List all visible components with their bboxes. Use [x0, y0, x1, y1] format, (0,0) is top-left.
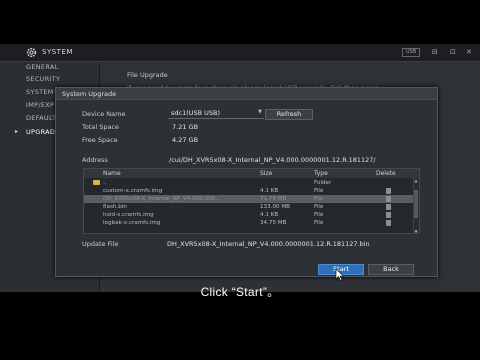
row-name: DH_XVR5x08-X_Internal_NP_V4.000.000...	[103, 196, 221, 202]
scroll-down-icon[interactable]: ▼	[413, 229, 419, 233]
dvr-screen: SYSTEM USB ⊟ ⊡ ✕ GENERAL SECURITY SYSTEM…	[0, 44, 480, 292]
free-space-value: 4.27 GB	[172, 136, 199, 144]
address-value: /cui/DH_XVR5x08-X_Internal_NP_V4.000.000…	[169, 156, 376, 164]
row-name: ..	[103, 180, 107, 186]
column-name: Name	[103, 170, 121, 177]
table-row[interactable]: .. Folder	[84, 179, 415, 187]
close-icon[interactable]: ✕	[466, 48, 472, 56]
sidebar-item-default[interactable]: DEFAULT	[26, 114, 56, 122]
table-scrollbar[interactable]: ▲ ▼	[413, 178, 419, 233]
row-size: 34.75 MB	[260, 220, 287, 226]
row-size: 4.1 KB	[260, 212, 279, 218]
row-type: File	[314, 220, 324, 226]
row-type: File	[314, 204, 324, 210]
trash-icon[interactable]	[386, 212, 391, 218]
video-frame: SYSTEM USB ⊟ ⊡ ✕ GENERAL SECURITY SYSTEM…	[0, 0, 480, 360]
column-size: Size	[260, 170, 273, 177]
scroll-thumb[interactable]	[414, 190, 418, 218]
back-button[interactable]: Back	[368, 264, 414, 275]
row-name: flash.bin	[103, 204, 127, 210]
row-name: hoid-x.cramfs.img	[103, 212, 154, 218]
sidebar-item-security[interactable]: SECURITY	[26, 75, 60, 83]
refresh-button[interactable]: Refresh	[265, 109, 313, 120]
window-title: SYSTEM	[42, 48, 73, 56]
update-file-label: Update File	[82, 240, 119, 248]
row-size: 4.1 KB	[260, 188, 279, 194]
sidebar-item-imp-exp[interactable]: IMP/EXP	[26, 101, 54, 109]
total-space-value: 7.21 GB	[172, 123, 199, 131]
chevron-down-icon: ▼	[258, 109, 262, 115]
active-item-arrow-icon: ▸	[15, 128, 19, 135]
trash-icon[interactable]	[386, 204, 391, 210]
row-size: 71.78 MB	[260, 196, 287, 202]
top-bar: SYSTEM USB ⊟ ⊡ ✕	[0, 44, 480, 62]
free-space-label: Free Space	[82, 136, 118, 144]
trash-icon[interactable]	[386, 196, 391, 202]
row-type: File	[314, 188, 324, 194]
table-row[interactable]: flash.bin 133.00 MB File	[84, 203, 415, 211]
address-label: Address	[82, 156, 108, 164]
row-type: File	[314, 212, 324, 218]
restore-icon[interactable]: ⊡	[450, 48, 456, 56]
column-delete: Delete	[376, 170, 396, 177]
column-type: Type	[314, 170, 328, 177]
update-file-value: DH_XVR5x08-X_Internal_NP_V4.000.0000001.…	[167, 240, 370, 248]
file-table: Name Size Type Delete .. Folder custom-x…	[83, 168, 420, 234]
row-name: custom-x.cramfs.img	[103, 188, 163, 194]
trash-icon[interactable]	[386, 220, 391, 226]
table-header: Name Size Type Delete	[84, 169, 419, 178]
system-upgrade-dialog: System Upgrade Device Name sdc1(USB USB)…	[55, 87, 438, 277]
table-row[interactable]: hoid-x.cramfs.img 4.1 KB File	[84, 211, 415, 219]
total-space-label: Total Space	[82, 123, 120, 131]
dialog-title: System Upgrade	[62, 90, 117, 98]
gear-icon	[26, 47, 37, 58]
folder-icon	[93, 180, 100, 185]
table-row-selected[interactable]: DH_XVR5x08-X_Internal_NP_V4.000.000... 7…	[84, 195, 415, 203]
table-row[interactable]: logbak-x.cramfs.img 34.75 MB File	[84, 219, 415, 227]
scroll-up-icon[interactable]: ▲	[413, 178, 419, 184]
usb-badge[interactable]: USB	[402, 48, 420, 57]
mouse-cursor-icon	[335, 269, 345, 281]
file-upgrade-label: File Upgrade	[127, 71, 168, 79]
dialog-header: System Upgrade	[56, 88, 437, 100]
device-name-value: sdc1(USB USB)	[171, 109, 221, 117]
row-type: Folder	[314, 180, 332, 186]
row-size: 133.00 MB	[260, 204, 291, 210]
table-row[interactable]: custom-x.cramfs.img 4.1 KB File	[84, 187, 415, 195]
minimize-icon[interactable]: ⊟	[432, 48, 438, 56]
device-name-select[interactable]: sdc1(USB USB) ▼	[168, 108, 264, 119]
sidebar-item-general[interactable]: GENERAL	[26, 63, 59, 71]
device-name-label: Device Name	[82, 110, 126, 118]
video-caption: Click “Start”。	[200, 285, 280, 299]
row-name: logbak-x.cramfs.img	[103, 220, 161, 226]
sidebar-item-system[interactable]: SYSTEM	[26, 88, 54, 96]
row-type: File	[314, 196, 324, 202]
trash-icon[interactable]	[386, 188, 391, 194]
